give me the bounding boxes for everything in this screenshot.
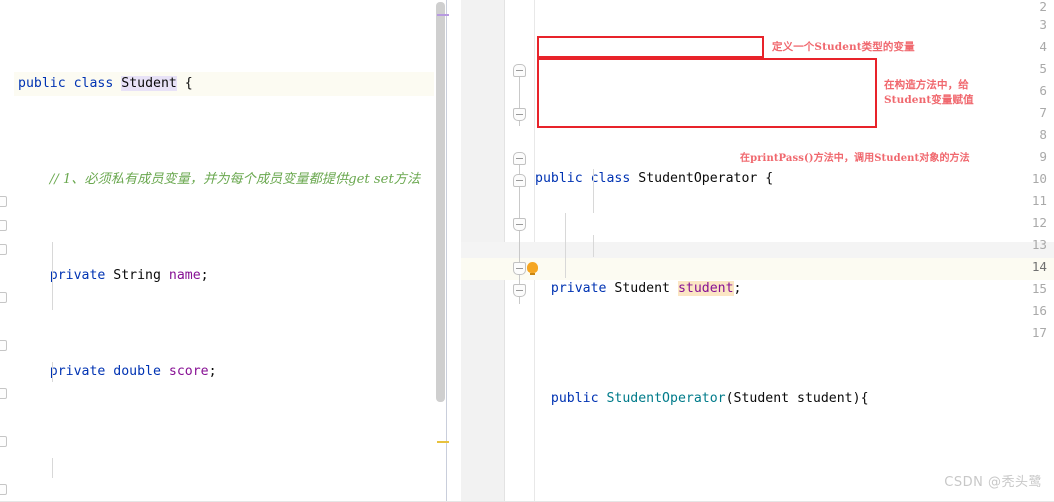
indent-guide bbox=[52, 458, 53, 478]
right-code-area[interactable]: public class StudentOperator { private S… bbox=[535, 0, 1054, 502]
fold-collapse-icon[interactable] bbox=[513, 174, 526, 187]
token-type: Student bbox=[733, 391, 790, 406]
fold-collapse-icon[interactable] bbox=[513, 152, 526, 165]
code-line[interactable]: private Student student; bbox=[535, 278, 1054, 300]
code-line[interactable]: private double score; bbox=[14, 360, 434, 384]
fold-chip-icon[interactable] bbox=[0, 388, 7, 399]
token-keyword: public bbox=[535, 171, 583, 186]
token-keyword: double bbox=[113, 364, 161, 379]
fold-chip-icon[interactable] bbox=[0, 244, 7, 255]
fold-chip-icon[interactable] bbox=[0, 340, 7, 351]
fold-expand-icon[interactable] bbox=[513, 284, 526, 297]
fold-expand-icon[interactable] bbox=[513, 218, 526, 231]
code-line[interactable]: public class StudentOperator { bbox=[535, 168, 1054, 190]
token-comment: // 1、必须私有成员变量，并为每个成员变量都提供get set方法 bbox=[49, 172, 421, 187]
token-keyword: public bbox=[18, 76, 66, 91]
token-type: String bbox=[113, 268, 161, 283]
token-type: Student bbox=[614, 281, 670, 296]
annotation-text-constructor: 在构造方法中，给 Student变量赋值 bbox=[884, 79, 974, 106]
code-line[interactable]: public StudentOperator(Student student){ bbox=[535, 388, 1054, 410]
marker-purple bbox=[437, 14, 449, 16]
token-keyword: public bbox=[550, 391, 599, 406]
token-brace: { bbox=[184, 76, 193, 91]
fold-chip-icon[interactable] bbox=[0, 220, 7, 231]
left-editor-pane[interactable]: public class Student { // 1、必须私有成员变量，并为每… bbox=[0, 0, 461, 502]
code-line[interactable]: public class Student { bbox=[14, 72, 434, 96]
code-line[interactable]: private String name; bbox=[14, 264, 434, 288]
indent-guide bbox=[593, 235, 594, 257]
right-editor-pane[interactable]: 2 3 4 5 6 7 8 9 10 11 12 13 14 15 16 17 … bbox=[461, 0, 1054, 502]
code-line[interactable]: // 1、必须私有成员变量，并为每个成员变量都提供get set方法 bbox=[14, 168, 434, 192]
fold-expand-icon[interactable] bbox=[513, 108, 526, 121]
annotation-text-printpass: 在printPass()方法中，调用Student对象的方法 bbox=[740, 153, 970, 164]
token-keyword: private bbox=[49, 268, 106, 283]
token-class-name: StudentOperator bbox=[638, 171, 758, 186]
left-code-area[interactable]: public class Student { // 1、必须私有成员变量，并为每… bbox=[14, 0, 434, 502]
token-keyword: private bbox=[49, 364, 106, 379]
left-scrollbar-thumb[interactable] bbox=[436, 2, 445, 402]
left-editor-gutter[interactable] bbox=[0, 0, 14, 501]
token-field: score bbox=[168, 364, 209, 379]
left-editor-frame: public class Student { // 1、必须私有成员变量，并为每… bbox=[0, 0, 447, 502]
token-class-name: StudentOperator bbox=[606, 391, 726, 406]
code-line-blank[interactable] bbox=[14, 456, 434, 480]
token-brace: { bbox=[765, 171, 774, 186]
csdn-watermark: CSDN @秃头鹭 bbox=[944, 475, 1042, 490]
fold-chip-icon[interactable] bbox=[0, 436, 7, 447]
left-scrollbar-track[interactable] bbox=[435, 0, 446, 501]
indent-guide bbox=[52, 242, 53, 310]
fold-expand-icon[interactable] bbox=[513, 262, 526, 275]
indent-guide bbox=[565, 213, 566, 278]
token-keyword: class bbox=[590, 171, 631, 186]
indent-guide bbox=[593, 169, 594, 213]
fold-chip-icon[interactable] bbox=[0, 292, 7, 303]
annotation-text-variable-declaration: 定义一个Student类型的变量 bbox=[772, 41, 915, 53]
screenshot-root: public class Student { // 1、必须私有成员变量，并为每… bbox=[0, 0, 1054, 502]
fold-chip-icon[interactable] bbox=[0, 484, 7, 495]
token-field: name bbox=[168, 268, 201, 283]
token-class-name: Student bbox=[121, 76, 177, 91]
fold-collapse-icon[interactable] bbox=[513, 64, 526, 77]
fold-chip-icon[interactable] bbox=[0, 196, 7, 207]
token-semicolon: ; bbox=[733, 281, 742, 296]
marker-yellow bbox=[437, 441, 449, 443]
token-field-unused: student bbox=[677, 281, 734, 296]
indent-guide bbox=[52, 362, 53, 382]
token-keyword: class bbox=[73, 76, 114, 91]
token-keyword: private bbox=[550, 281, 607, 296]
